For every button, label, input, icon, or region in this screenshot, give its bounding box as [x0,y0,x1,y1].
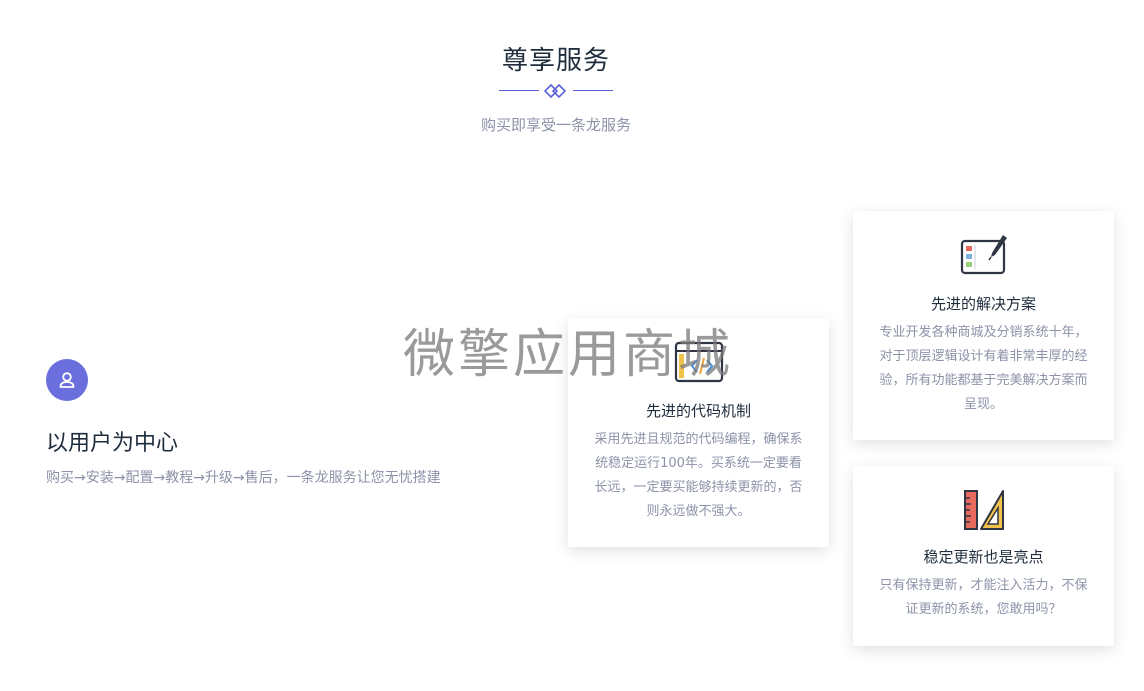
page: 尊享服务 购买即享受一条龙服务 以用户为中心 购买→安装→配置→教程→升级→售后… [0,0,1144,691]
card-description: 采用先进且规范的代码编程，确保系统稳定运行100年。买系统一定要看长远，一定要买… [594,432,803,519]
card-code-mechanism: 先进的代码机制 采用先进且规范的代码编程，确保系统稳定运行100年。买系统一定要… [568,318,829,547]
user-icon [46,359,88,401]
section-subtitle: 购买即享受一条龙服务 [480,116,631,134]
design-tablet-icon [960,235,1007,275]
divider-line-right [573,90,613,91]
diamond-link-icon [544,83,567,99]
card-title: 稳定更新也是亮点 [923,548,1044,566]
card-description: 只有保持更新，才能注入活力，不保证更新的系统，您敢用吗？ [879,578,1088,617]
section-title: 尊享服务 [501,46,610,76]
ruler-triangle-icon [963,490,1004,530]
feature-description: 购买→安装→配置→教程→升级→售后，一条龙服务让您无忧搭建 [46,470,441,486]
feature-title: 以用户为中心 [46,431,179,456]
card-title: 先进的代码机制 [645,402,751,420]
title-divider [499,82,613,100]
code-window-icon [674,341,723,383]
card-solution: 先进的解决方案 专业开发各种商城及分销系统十年，对于顶层逻辑设计有着非常丰厚的经… [853,211,1114,440]
card-stable-update: 稳定更新也是亮点 只有保持更新，才能注入活力，不保证更新的系统，您敢用吗？ [853,466,1114,646]
card-description: 专业开发各种商城及分销系统十年，对于顶层逻辑设计有着非常丰厚的经验，所有功能都基… [879,325,1088,412]
divider-line-left [499,90,539,91]
card-title: 先进的解决方案 [930,295,1036,313]
